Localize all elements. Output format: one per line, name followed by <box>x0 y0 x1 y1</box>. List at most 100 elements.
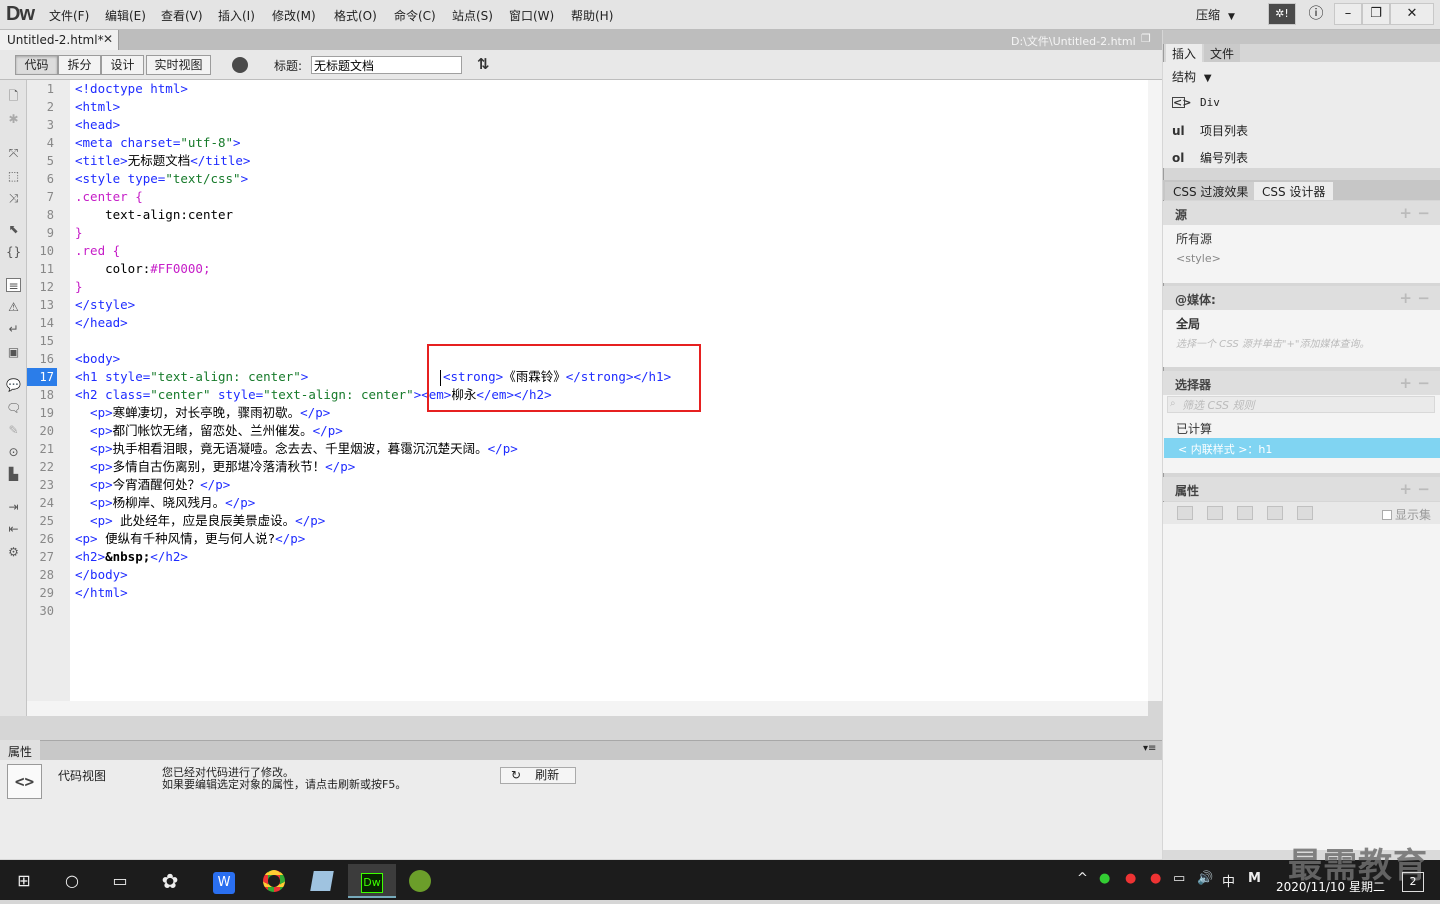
menu-edit[interactable]: 编辑(E) <box>105 7 146 24</box>
remove-icon[interactable]: − <box>1417 374 1430 392</box>
recent-snippets-icon[interactable]: ⊙ <box>6 445 21 459</box>
gear-icon[interactable]: ✲! <box>1268 3 1296 25</box>
panel-menu-icon[interactable]: ▾≡ <box>1143 743 1156 754</box>
info-icon[interactable]: ⓘ <box>1304 3 1328 25</box>
highlight-invalid-code-icon[interactable]: ⚠ <box>6 300 21 314</box>
menu-window[interactable]: 窗口(W) <box>509 7 554 24</box>
volume-icon[interactable]: 🔊 <box>1197 871 1213 886</box>
line-number[interactable]: 21 <box>27 440 54 458</box>
source-all[interactable]: 所有源 <box>1176 230 1212 247</box>
document-tab[interactable]: Untitled-2.html* ✕ <box>0 30 119 50</box>
workspace-switcher[interactable]: 压缩 ▼ <box>1196 6 1235 23</box>
line-number[interactable]: 3 <box>27 116 54 134</box>
wps-icon[interactable]: W <box>200 864 248 898</box>
text-icon[interactable] <box>1207 506 1223 520</box>
tab-insert[interactable]: 插入 <box>1166 44 1203 62</box>
app-icon[interactable]: ✿ <box>146 864 194 898</box>
line-number[interactable]: 22 <box>27 458 54 476</box>
border-icon[interactable] <box>1237 506 1253 520</box>
balance-braces-icon[interactable]: {} <box>6 245 21 259</box>
selector-inline-style-h1[interactable]: < 内联样式 >：h1 <box>1164 438 1440 458</box>
chevron-up-icon[interactable]: ^ <box>1077 871 1088 886</box>
line-number[interactable]: 10 <box>27 242 54 260</box>
remove-comment-icon[interactable]: 🗨 <box>6 401 21 415</box>
minimize-button[interactable]: – <box>1334 3 1362 25</box>
remove-icon[interactable]: − <box>1417 289 1430 307</box>
wechat-icon[interactable]: ● <box>1099 871 1110 886</box>
tab-css-designer[interactable]: CSS 设计器 <box>1254 182 1334 200</box>
line-number[interactable]: 11 <box>27 260 54 278</box>
close-icon[interactable]: ✕ <box>103 32 113 46</box>
line-number[interactable]: 14 <box>27 314 54 332</box>
taskbar-clock[interactable]: 2020/11/10 星期二 <box>1276 880 1385 894</box>
line-number[interactable]: 25 <box>27 512 54 530</box>
filter-css-rules-input[interactable]: 筛选 CSS 规则 <box>1167 396 1435 413</box>
line-number[interactable]: 12 <box>27 278 54 296</box>
qq-icon[interactable]: ● <box>1125 871 1136 886</box>
app-green-icon[interactable] <box>396 864 444 898</box>
line-number[interactable]: 5 <box>27 152 54 170</box>
add-icon[interactable]: + <box>1399 204 1412 222</box>
media-global[interactable]: 全局 <box>1176 315 1200 332</box>
network-icon[interactable]: ▭ <box>1173 871 1185 886</box>
tab-files[interactable]: 文件 <box>1204 44 1241 62</box>
line-number[interactable]: 18 <box>27 386 54 404</box>
line-number[interactable]: 7 <box>27 188 54 206</box>
live-view-button[interactable]: 实时视图 <box>146 55 211 75</box>
search-icon[interactable]: ○ <box>48 864 96 898</box>
menu-view[interactable]: 查看(V) <box>161 7 203 24</box>
show-code-navigator-icon[interactable]: ✱ <box>6 112 21 126</box>
syntax-error-icon[interactable]: ▣ <box>6 345 21 359</box>
indent-code-icon[interactable]: ⇥ <box>6 500 21 514</box>
notes-icon[interactable] <box>298 864 346 898</box>
open-documents-icon[interactable]: 🗋 <box>6 89 21 103</box>
horizontal-scrollbar[interactable] <box>27 701 1148 716</box>
ime-indicator[interactable]: 中 <box>1222 871 1235 890</box>
split-view-button[interactable]: 拆分 <box>58 55 101 75</box>
line-number[interactable]: 13 <box>27 296 54 314</box>
line-number[interactable]: 17 <box>27 368 57 386</box>
line-number[interactable]: 29 <box>27 584 54 602</box>
remove-icon[interactable]: − <box>1417 204 1430 222</box>
insert-item-ul[interactable]: ul 项目列表 <box>1172 122 1248 139</box>
line-number[interactable]: 15 <box>27 332 54 350</box>
line-number[interactable]: 9 <box>27 224 54 242</box>
move-css-icon[interactable]: ▙ <box>6 467 21 481</box>
line-number[interactable]: 20 <box>27 422 54 440</box>
task-view-icon[interactable]: ▭ <box>96 864 144 898</box>
notification-center[interactable]: 2 <box>1402 872 1424 892</box>
menu-file[interactable]: 文件(F) <box>49 7 89 24</box>
apply-comment-icon[interactable]: 💬 <box>6 378 21 392</box>
menu-help[interactable]: 帮助(H) <box>571 7 613 24</box>
line-number[interactable]: 6 <box>27 170 54 188</box>
line-number[interactable]: 28 <box>27 566 54 584</box>
menu-modify[interactable]: 修改(M) <box>272 7 316 24</box>
design-view-button[interactable]: 设计 <box>101 55 144 75</box>
line-number[interactable]: 19 <box>27 404 54 422</box>
restore-icon[interactable]: ❐ <box>1141 32 1151 45</box>
close-button[interactable]: ✕ <box>1390 3 1434 25</box>
line-number[interactable]: 4 <box>27 134 54 152</box>
source-style[interactable]: <style> <box>1176 252 1221 265</box>
line-number[interactable]: 27 <box>27 548 54 566</box>
line-number[interactable]: 23 <box>27 476 54 494</box>
wrap-tag-icon[interactable]: ✎ <box>6 423 21 437</box>
title-input[interactable] <box>311 56 462 74</box>
menu-commands[interactable]: 命令(C) <box>394 7 436 24</box>
globe-icon[interactable] <box>232 57 248 73</box>
format-source-icon[interactable]: ⚙ <box>6 545 21 559</box>
menu-insert[interactable]: 插入(I) <box>218 7 255 24</box>
selector-computed[interactable]: 已计算 <box>1176 420 1212 437</box>
line-numbers-icon[interactable]: ≡ <box>6 278 21 293</box>
collapse-selection-icon[interactable]: ⬚ <box>6 169 21 183</box>
chrome-icon[interactable] <box>250 864 298 898</box>
expand-all-icon[interactable]: ⤨ <box>6 191 21 205</box>
ime-mode-icon[interactable]: M <box>1248 871 1261 886</box>
line-number[interactable]: 16 <box>27 350 54 368</box>
remove-icon[interactable]: − <box>1417 480 1430 498</box>
panel-collapse-bar[interactable] <box>1163 30 1440 44</box>
refresh-button[interactable]: ↻ 刷新 <box>500 767 576 784</box>
windows-start-icon[interactable]: ⊞ <box>0 864 48 898</box>
show-set-checkbox[interactable]: 显示集 <box>1382 506 1431 523</box>
outdent-code-icon[interactable]: ⇤ <box>6 522 21 536</box>
